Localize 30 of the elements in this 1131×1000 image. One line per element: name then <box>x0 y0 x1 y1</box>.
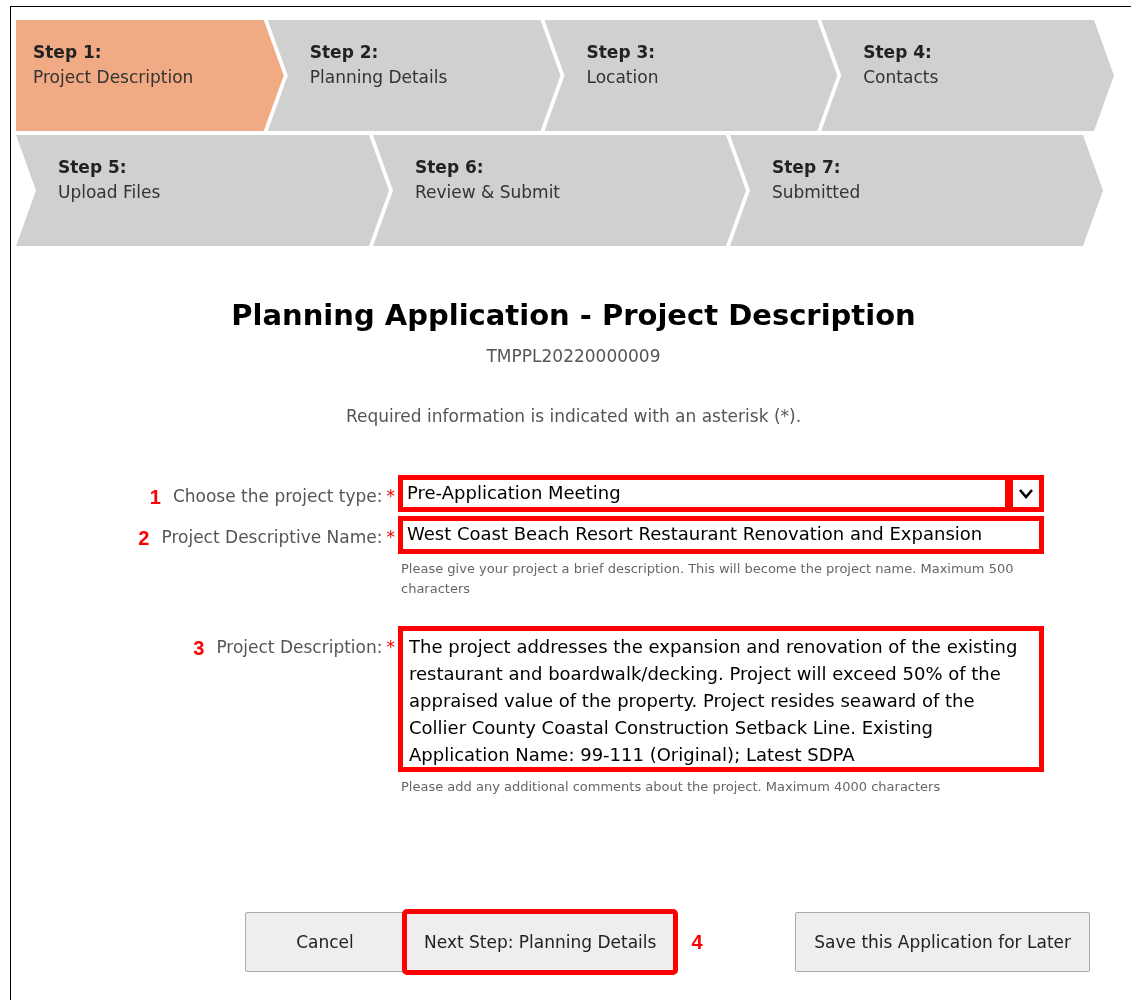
step-tab[interactable]: Step 5: Upload Files <box>16 135 389 246</box>
required-asterisk: * <box>386 486 395 506</box>
required-asterisk: * <box>386 637 395 657</box>
field-label: Project Description: <box>216 637 383 657</box>
field-hint: Please give your project a brief description. This will become the project name. Maximum 500 characters <box>401 560 1015 598</box>
step-tab[interactable]: Step 3: Location <box>544 20 838 131</box>
field-hint: Please add any additional comments about the project. Maximum 4000 characters <box>401 778 942 796</box>
chevron-down-icon <box>1019 488 1033 499</box>
callout-number: 1 <box>149 486 161 509</box>
step-tab[interactable]: Step 7: Submitted <box>730 135 1103 246</box>
field-label: Project Descriptive Name: <box>161 527 383 547</box>
step-tab[interactable]: Step 4: Contacts <box>821 20 1114 131</box>
step-tab[interactable]: Step 1: Project Description <box>16 20 284 131</box>
form-button[interactable]: Save this Application for Later <box>795 912 1090 972</box>
required-asterisk: * <box>386 527 395 547</box>
application-id: TMPPL20220000009 <box>485 346 662 366</box>
form-button[interactable]: Cancel <box>245 912 405 972</box>
input-field[interactable]: West Coast Beach Resort Restaurant Renovation and Expansion <box>401 519 1041 551</box>
callout-number: 2 <box>138 527 150 550</box>
page-title: Planning Application - Project Description <box>230 298 917 332</box>
description-textarea[interactable]: The project addresses the expansion and renovation of the existing restaurant and boardwalk/decking. Project will exceed 50% of the appraised value of the property. Project resides seaward of the Collier County Coastal Construction Setback Line. Existing Application Name: 99-111 (Original); Latest SDPA <box>401 629 1041 769</box>
callout-number: 4 <box>691 930 703 954</box>
form-button[interactable]: Next Step: Planning Details <box>405 912 676 972</box>
step-tab[interactable]: Step 2: Planning Details <box>267 20 561 131</box>
step-tab[interactable]: Step 6: Review & Submit <box>373 135 746 246</box>
required-note: Required information is indicated with an asterisk (*). <box>344 406 803 426</box>
field-label: Choose the project type: <box>172 486 383 506</box>
project-type-select[interactable]: Pre-Application Meeting <box>401 478 1007 509</box>
callout-number: 3 <box>193 637 205 660</box>
dropdown-button[interactable] <box>1011 478 1041 509</box>
